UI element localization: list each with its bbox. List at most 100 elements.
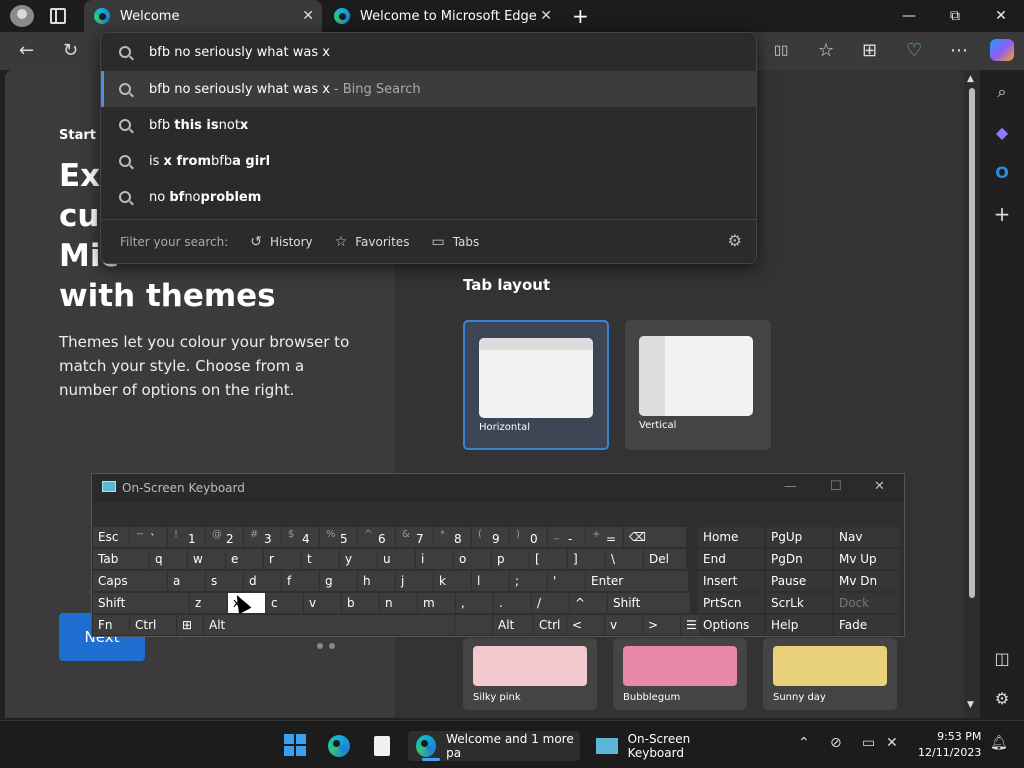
osk-key[interactable]: ^ 6 [358,527,395,547]
osk-key[interactable]: ; [510,571,547,591]
osk-nav-key[interactable]: End [698,549,764,569]
osk-key[interactable]: Alt [204,615,454,635]
osk-key[interactable]: m [418,593,455,613]
notifications-icon[interactable]: 🔔︎ [990,735,1008,751]
taskbar-edge-window[interactable]: Welcome and 1 more pa [408,731,580,761]
osk-key[interactable]: t [302,549,339,569]
osk-key[interactable]: Tab [93,549,149,569]
taskbar-osk-window[interactable]: On-Screen Keyboard [588,731,748,761]
osk-key[interactable]: s [206,571,243,591]
tab-welcome[interactable]: Welcome ✕ [84,0,322,32]
tab-actions-icon[interactable] [50,8,66,24]
new-tab-button[interactable]: + [562,0,592,32]
chevron-up-icon[interactable]: ⌃ [798,735,810,751]
osk-key[interactable]: Enter [586,571,688,591]
osk-key[interactable]: r [264,549,301,569]
system-clock[interactable]: 9:53 PM 12/11/2023 [918,729,981,761]
osk-key[interactable]: * 8 [434,527,471,547]
osk-nav-key[interactable]: Pause [766,571,832,591]
more-options-icon[interactable]: ⋯ [950,41,968,61]
refresh-icon[interactable]: ↻ [63,41,78,61]
osk-key[interactable]: , [456,593,493,613]
osk-key[interactable]: Caps [93,571,167,591]
osk-key[interactable]: @2 [206,527,243,547]
theme-card-silky-pink[interactable]: Silky pink [463,638,597,710]
scroll-down-icon[interactable]: ▼ [967,700,974,710]
osk-nav-key[interactable]: Home [698,527,764,547]
osk-key[interactable]: [ [530,549,567,569]
osk-key[interactable]: Ctrl [130,615,176,635]
osk-key[interactable]: Alt [493,615,533,635]
osk-key[interactable]: _ - [548,527,585,547]
osk-key[interactable]: $4 [282,527,319,547]
tab-welcome-edge[interactable]: Welcome to Microsoft Edge ✕ [324,0,560,32]
osk-key[interactable]: e [226,549,263,569]
sidebar-settings-icon[interactable]: ⚙ [992,688,1012,708]
osk-key[interactable]: Ctrl [534,615,566,635]
osk-key[interactable]: Del [644,549,686,569]
filter-tabs[interactable]: ▭ Tabs [431,234,479,250]
osk-title-bar[interactable]: On-Screen Keyboard [92,474,904,502]
osk-nav-key[interactable]: Help [766,615,832,635]
browser-essentials-icon[interactable]: ♡ [906,41,922,61]
close-tab-icon[interactable]: ✕ [302,8,314,24]
edge-beta-taskbar-icon[interactable] [328,731,354,761]
profile-avatar-icon[interactable] [10,5,34,27]
osk-key[interactable]: Shift [608,593,690,613]
osk-nav-key[interactable]: Mv Up [834,549,900,569]
osk-key[interactable]: n [380,593,417,613]
osk-key[interactable]: j [396,571,433,591]
suggestion-item[interactable]: bfb no seriously what was x - Bing Searc… [101,71,756,107]
osk-key[interactable]: < [567,615,604,635]
location-off-icon[interactable]: ⊘ [830,735,842,751]
filter-history[interactable]: ↺ History [250,234,312,250]
osk-nav-key[interactable]: Fade [834,615,900,635]
osk-key[interactable]: o [454,549,491,569]
theme-card-sunny-day[interactable]: Sunny day [763,638,897,710]
hide-sidebar-icon[interactable]: ◫ [992,648,1012,668]
osk-nav-key[interactable]: PgUp [766,527,832,547]
suggestion-item[interactable]: bfb this is not x [101,107,756,143]
osk-key[interactable]: \ [606,549,643,569]
copilot-sidebar-icon[interactable]: ◆ [992,122,1012,142]
osk-key[interactable]: ] [568,549,605,569]
osk-key[interactable]: a [168,571,205,591]
osk-key[interactable]: y [340,549,377,569]
osk-key[interactable]: / [532,593,569,613]
osk-key[interactable]: ) 0 [510,527,547,547]
volume-muted-icon[interactable]: ✕ [886,735,898,751]
osk-key[interactable]: Shift [93,593,189,613]
osk-key[interactable]: ⊞ [177,615,203,635]
osk-nav-key[interactable]: Nav [834,527,900,547]
osk-key[interactable]: ~ ` [130,527,167,547]
favorites-icon[interactable]: ☆ [818,41,834,61]
scroll-thumb[interactable] [969,88,975,598]
osk-nav-key[interactable]: PrtScn [698,593,764,613]
osk-maximize-icon[interactable]: ☐ [830,479,842,494]
osk-nav-key[interactable]: Insert [698,571,764,591]
page-scrollbar[interactable]: ▲ ▼ [964,70,980,718]
windows-start-icon[interactable] [284,734,306,756]
osk-key[interactable]: g [320,571,357,591]
osk-key[interactable]: + = [586,527,623,547]
osk-nav-key[interactable]: Options [698,615,764,635]
osk-key[interactable]: ^ [570,593,607,613]
osk-nav-key[interactable]: ScrLk [766,593,832,613]
osk-key[interactable]: . [494,593,531,613]
osk-key[interactable]: c [266,593,303,613]
copilot-icon[interactable] [990,39,1014,61]
suggestion-item[interactable]: is x from bfb a girl [101,143,756,179]
osk-key[interactable]: > [643,615,680,635]
layout-vertical-card[interactable]: Vertical [625,320,771,450]
osk-nav-key[interactable]: PgDn [766,549,832,569]
osk-key[interactable]: (9 [472,527,509,547]
osk-key[interactable]: p [492,549,529,569]
osk-key[interactable]: ' [548,571,585,591]
osk-nav-key[interactable]: Dock [834,593,900,613]
osk-key[interactable]: Fn [93,615,129,635]
theme-card-bubblegum[interactable]: Bubblegum [613,638,747,710]
back-icon[interactable]: ← [19,41,34,61]
osk-key[interactable]: ! 1 [168,527,205,547]
minimize-button[interactable]: — [886,0,932,32]
osk-key[interactable]: w [188,549,225,569]
